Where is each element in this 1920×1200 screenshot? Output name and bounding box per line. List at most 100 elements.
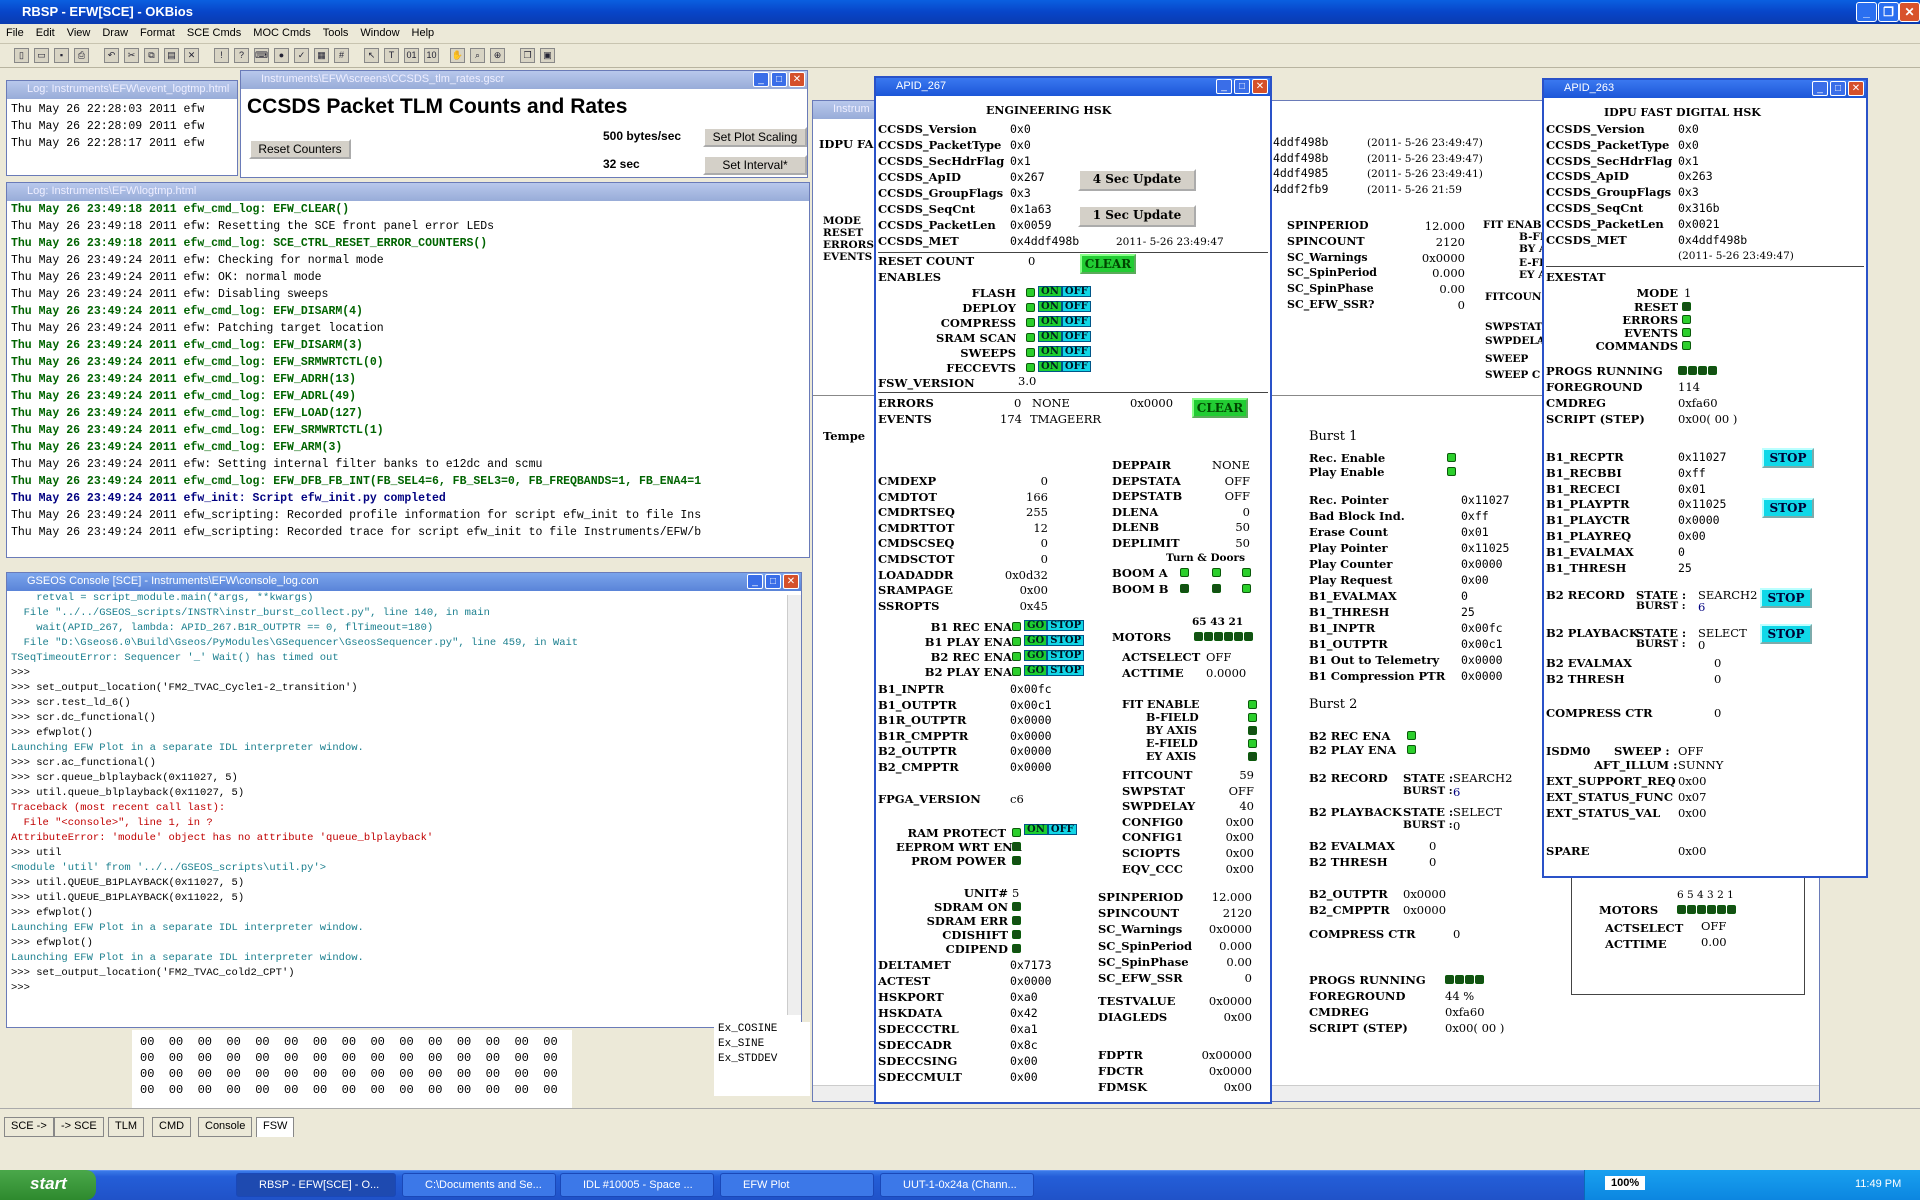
save-icon[interactable]: ▪ [54, 48, 69, 63]
close-button[interactable]: ✕ [783, 574, 799, 589]
keyboard-icon[interactable]: ⌨ [254, 48, 269, 63]
menu-view[interactable]: View [61, 24, 97, 39]
console-content[interactable]: retval = script_module.main(*args, **kwa… [7, 591, 801, 996]
off-button[interactable]: OFF [1061, 316, 1091, 327]
go-stop-toggle[interactable]: GO STOP [1024, 665, 1085, 676]
tab-cmd[interactable]: CMD [152, 1117, 192, 1137]
start-button[interactable]: start [0, 1170, 96, 1200]
on-button[interactable]: ON [1038, 331, 1062, 342]
check-icon[interactable]: ✓ [294, 48, 309, 63]
menu-sce-cmds[interactable]: SCE Cmds [181, 24, 247, 39]
maximize-button[interactable]: □ [771, 72, 787, 87]
on-off-toggle[interactable]: ON OFF [1024, 824, 1077, 835]
menu-format[interactable]: Format [134, 24, 181, 39]
stop-button[interactable]: STOP [1047, 620, 1085, 631]
close-button[interactable]: ✕ [1899, 2, 1920, 22]
off-button[interactable]: OFF [1061, 331, 1091, 342]
stop-button[interactable]: STOP [1047, 635, 1085, 646]
menu-moc-cmds[interactable]: MOC Cmds [247, 24, 316, 39]
binary-icon[interactable]: 01 [404, 48, 419, 63]
menu-file[interactable]: File [0, 24, 30, 39]
form-icon[interactable]: ▦ [314, 48, 329, 63]
on-button[interactable]: ON [1038, 301, 1062, 312]
new-icon[interactable]: ▯ [14, 48, 29, 63]
on-button[interactable]: ON [1024, 824, 1048, 835]
on-off-toggle[interactable]: ON OFF [1038, 331, 1091, 342]
cut-icon[interactable]: ✂ [124, 48, 139, 63]
paste-icon[interactable]: ▤ [164, 48, 179, 63]
menu-window[interactable]: Window [354, 24, 405, 39]
4-sec-update-button[interactable]: 4 Sec Update [1078, 169, 1196, 191]
go-button[interactable]: GO [1024, 665, 1048, 676]
minimize-button[interactable]: _ [753, 72, 769, 87]
off-button[interactable]: OFF [1061, 301, 1091, 312]
tab-sce[interactable]: -> SCE [54, 1117, 104, 1137]
zoom-level[interactable]: 100% [1605, 1176, 1646, 1190]
off-button[interactable]: OFF [1061, 361, 1091, 372]
on-button[interactable]: ON [1038, 346, 1062, 357]
reset-counters-button[interactable]: Reset Counters [249, 139, 351, 159]
pointer-icon[interactable]: ↖ [364, 48, 379, 63]
go-button[interactable]: GO [1024, 620, 1048, 631]
stop-button[interactable]: STOP [1047, 665, 1085, 676]
logtmp-title[interactable]: Log: Instruments\EFW\logtmp.html [7, 183, 809, 201]
set-interval-button[interactable]: Set Interval* [703, 155, 807, 175]
tlm-rates-title[interactable]: Instruments\EFW\screens\CCSDS_tlm_rates.… [241, 71, 807, 89]
console-title[interactable]: GSEOS Console [SCE] - Instruments\EFW\co… [7, 573, 801, 591]
on-off-toggle[interactable]: ON OFF [1038, 286, 1091, 297]
stop-playback-button[interactable]: STOP [1762, 498, 1814, 518]
tab-fsw[interactable]: FSW [256, 1117, 295, 1137]
maximize-button[interactable]: □ [765, 574, 781, 589]
open-icon[interactable]: ▭ [34, 48, 49, 63]
1-sec-update-button[interactable]: 1 Sec Update [1078, 205, 1196, 227]
go-button[interactable]: GO [1024, 635, 1048, 646]
go-stop-toggle[interactable]: GO STOP [1024, 635, 1085, 646]
on-off-toggle[interactable]: ON OFF [1038, 346, 1091, 357]
off-button[interactable]: OFF [1047, 824, 1077, 835]
help-icon[interactable]: ? [234, 48, 249, 63]
menu-draw[interactable]: Draw [96, 24, 134, 39]
stop-record-button[interactable]: STOP [1762, 448, 1814, 468]
stop-button[interactable]: STOP [1047, 650, 1085, 661]
copy-icon[interactable]: ⧉ [144, 48, 159, 63]
stop-b2-play-button[interactable]: STOP [1760, 624, 1812, 644]
hand-icon[interactable]: ✋ [450, 48, 465, 63]
plugin-icon[interactable]: ● [274, 48, 289, 63]
on-off-toggle[interactable]: ON OFF [1038, 316, 1091, 327]
tab-tlm[interactable]: TLM [108, 1117, 144, 1137]
warning-icon[interactable]: ! [214, 48, 229, 63]
zoom-icon[interactable]: ⌕ [470, 48, 485, 63]
stop-b2-record-button[interactable]: STOP [1760, 588, 1812, 608]
close-button[interactable]: ✕ [789, 72, 805, 87]
go-stop-toggle[interactable]: GO STOP [1024, 620, 1085, 631]
binary2-icon[interactable]: 10 [424, 48, 439, 63]
menu-edit[interactable]: Edit [30, 24, 61, 39]
undo-icon[interactable]: ↶ [104, 48, 119, 63]
minimize-button[interactable]: _ [747, 574, 763, 589]
taskbar-item[interactable]: EFW Plot [720, 1173, 874, 1197]
on-button[interactable]: ON [1038, 286, 1062, 297]
on-button[interactable]: ON [1038, 361, 1062, 372]
clear-reset-button[interactable]: CLEAR [1080, 254, 1136, 274]
cascade-icon[interactable]: ❐ [520, 48, 535, 63]
go-button[interactable]: GO [1024, 650, 1048, 661]
on-off-toggle[interactable]: ON OFF [1038, 361, 1091, 372]
off-button[interactable]: OFF [1061, 346, 1091, 357]
event-log-title[interactable]: Log: Instruments\EFW\event_logtmp.html [7, 81, 237, 99]
restore-button[interactable]: ❐ [1878, 2, 1899, 22]
tab-sce[interactable]: SCE -> [4, 1117, 54, 1137]
print-icon[interactable]: ⎙ [74, 48, 89, 63]
go-stop-toggle[interactable]: GO STOP [1024, 650, 1085, 661]
taskbar-item[interactable]: C:\Documents and Se... [402, 1173, 556, 1197]
tile-icon[interactable]: ▣ [540, 48, 555, 63]
menu-help[interactable]: Help [406, 24, 441, 39]
zoom-region-icon[interactable]: ⊕ [490, 48, 505, 63]
delete-icon[interactable]: ✕ [184, 48, 199, 63]
taskbar-item[interactable]: UUT-1-0x24a (Chann... [880, 1173, 1034, 1197]
text-icon[interactable]: T [384, 48, 399, 63]
clear-errors-button[interactable]: CLEAR [1192, 398, 1248, 418]
set-plot-scaling-button[interactable]: Set Plot Scaling [703, 127, 807, 147]
on-off-toggle[interactable]: ON OFF [1038, 301, 1091, 312]
tab-console[interactable]: Console [198, 1117, 253, 1137]
menu-tools[interactable]: Tools [317, 24, 355, 39]
